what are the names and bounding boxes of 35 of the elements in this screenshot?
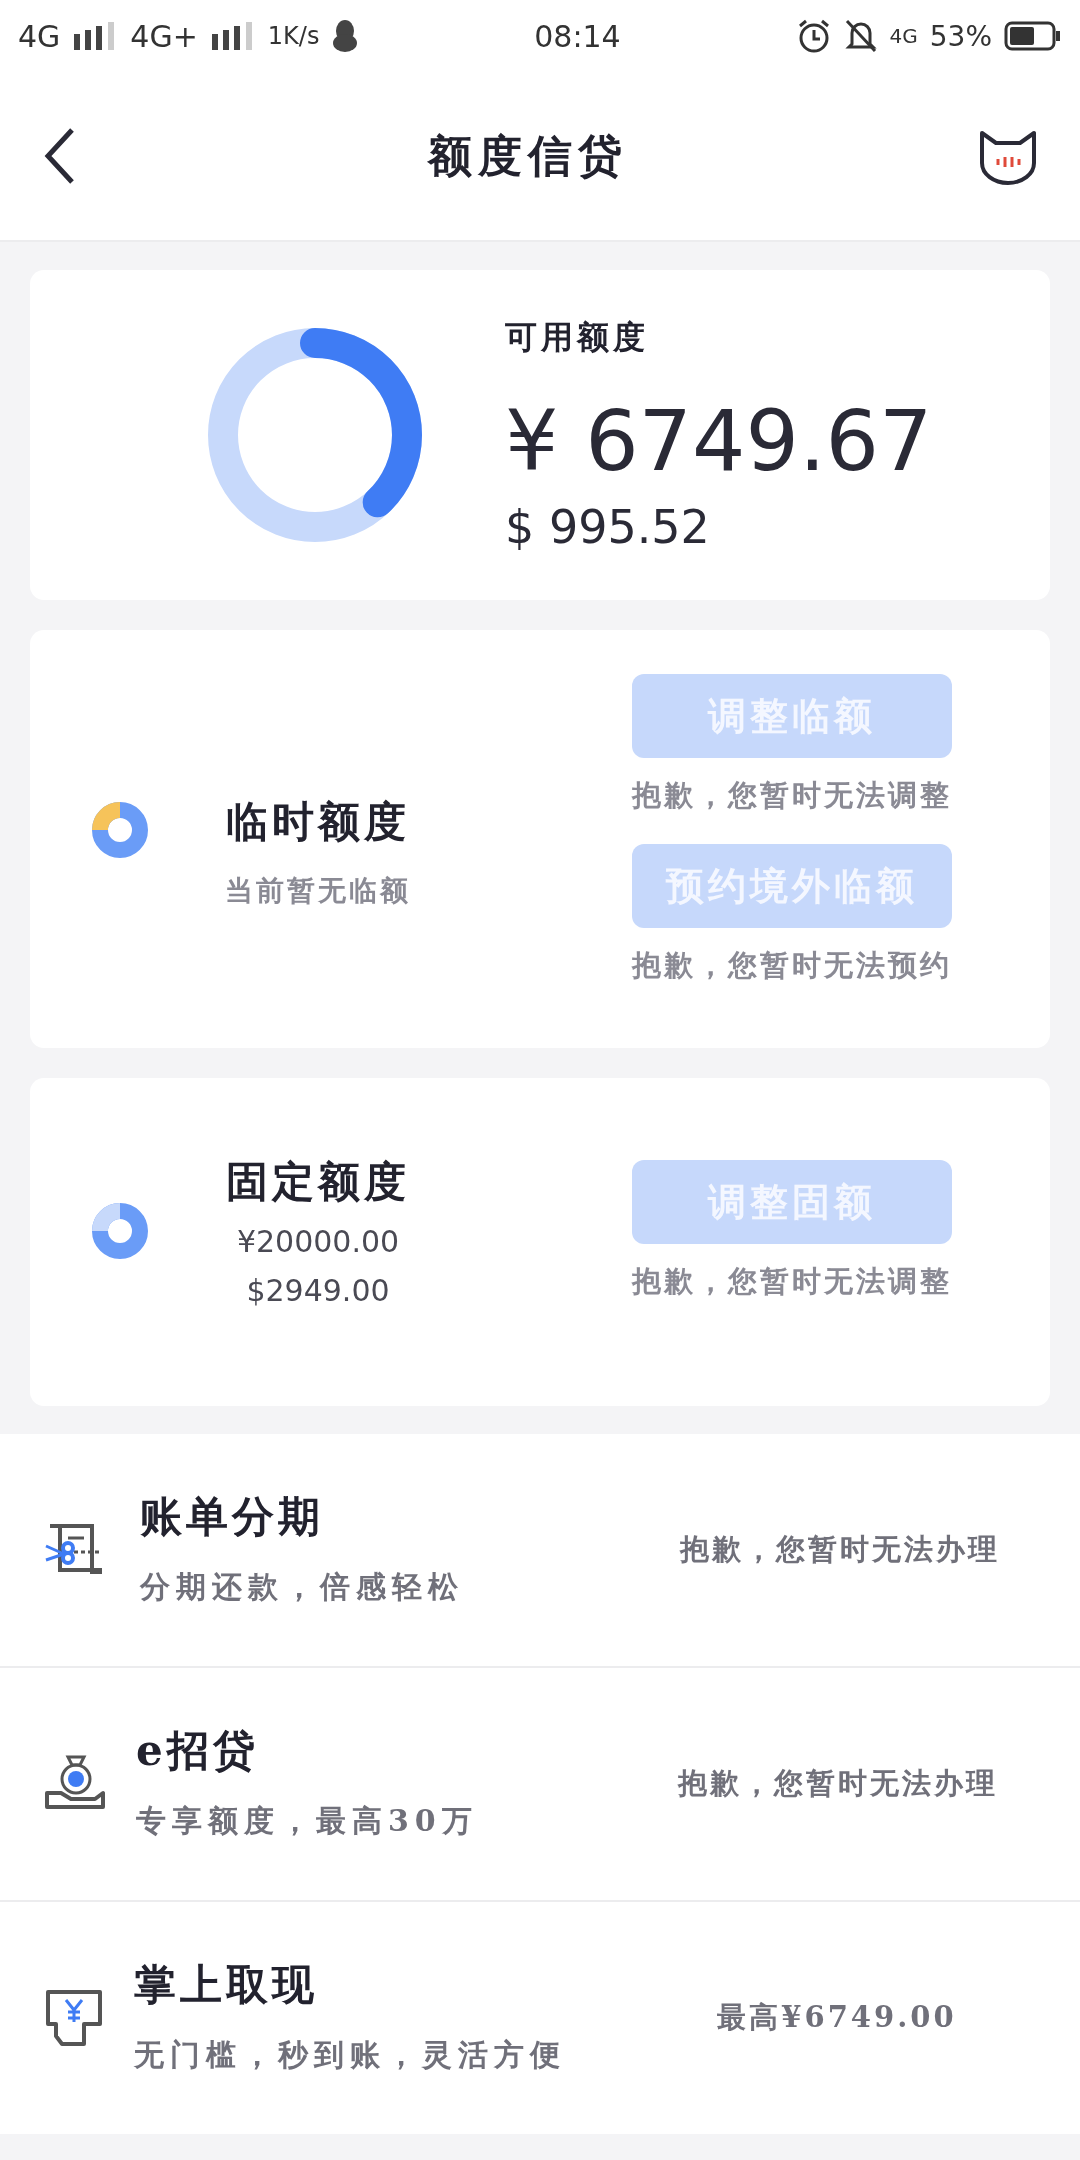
- speed-label: 1K/s: [267, 22, 320, 50]
- available-label: 可用额度: [505, 317, 649, 358]
- pie-icon: [92, 1203, 148, 1259]
- section-subtitle: 当前暂无临额: [225, 873, 411, 909]
- service-status: 最高¥6749.00: [716, 1999, 958, 2036]
- network-label: 4G: [889, 24, 918, 48]
- service-status: 抱歉，您暂时无法办理: [678, 1531, 1001, 1568]
- cny-amount: ¥ 6749.67: [505, 392, 933, 490]
- service-title: 掌上取现: [134, 1959, 319, 2011]
- bell-off-icon: [843, 18, 878, 54]
- section-title: 临时额度: [226, 796, 410, 848]
- service-subtitle: 专享额度，最高30万: [136, 1802, 479, 1840]
- service-row[interactable]: e招贷 专享额度，最高30万 抱歉，您暂时无法办理: [0, 1668, 1080, 1900]
- service-title: 账单分期: [140, 1491, 325, 1543]
- unavailable-note: 抱歉，您暂时无法调整: [632, 1263, 952, 1300]
- service-subtitle: 无门槛，秒到账，灵活方便: [134, 2036, 567, 2074]
- cny-amount: ¥20000.00: [236, 1224, 400, 1259]
- service-row[interactable]: 掌上取现 无门槛，秒到账，灵活方便 最高¥6749.00: [0, 1902, 1080, 2134]
- pie-icon: [92, 802, 148, 858]
- cash-withdraw-icon: [44, 1988, 104, 2048]
- usd-amount: $ 995.52: [505, 500, 710, 554]
- section-title: 固定额度: [226, 1156, 410, 1208]
- service-status: 抱歉，您暂时无法办理: [676, 1765, 999, 1802]
- battery-icon: [1004, 21, 1062, 51]
- battery-percent: 53%: [929, 19, 992, 53]
- clock-time: 08:14: [534, 18, 621, 54]
- service-title: e招贷: [136, 1725, 260, 1777]
- service-subtitle: 分期还款，倍感轻松: [140, 1568, 465, 1606]
- usd-amount: $2949.00: [246, 1273, 390, 1308]
- network-label: 4G+: [130, 18, 198, 54]
- network-label: 4G: [18, 18, 61, 54]
- unavailable-note: 抱歉，您暂时无法预约: [632, 947, 952, 984]
- service-row[interactable]: 账单分期 分期还款，倍感轻松 抱歉，您暂时无法办理: [0, 1434, 1080, 1666]
- unavailable-note: 抱歉，您暂时无法调整: [632, 777, 952, 814]
- page-title: 额度信贷: [428, 128, 628, 183]
